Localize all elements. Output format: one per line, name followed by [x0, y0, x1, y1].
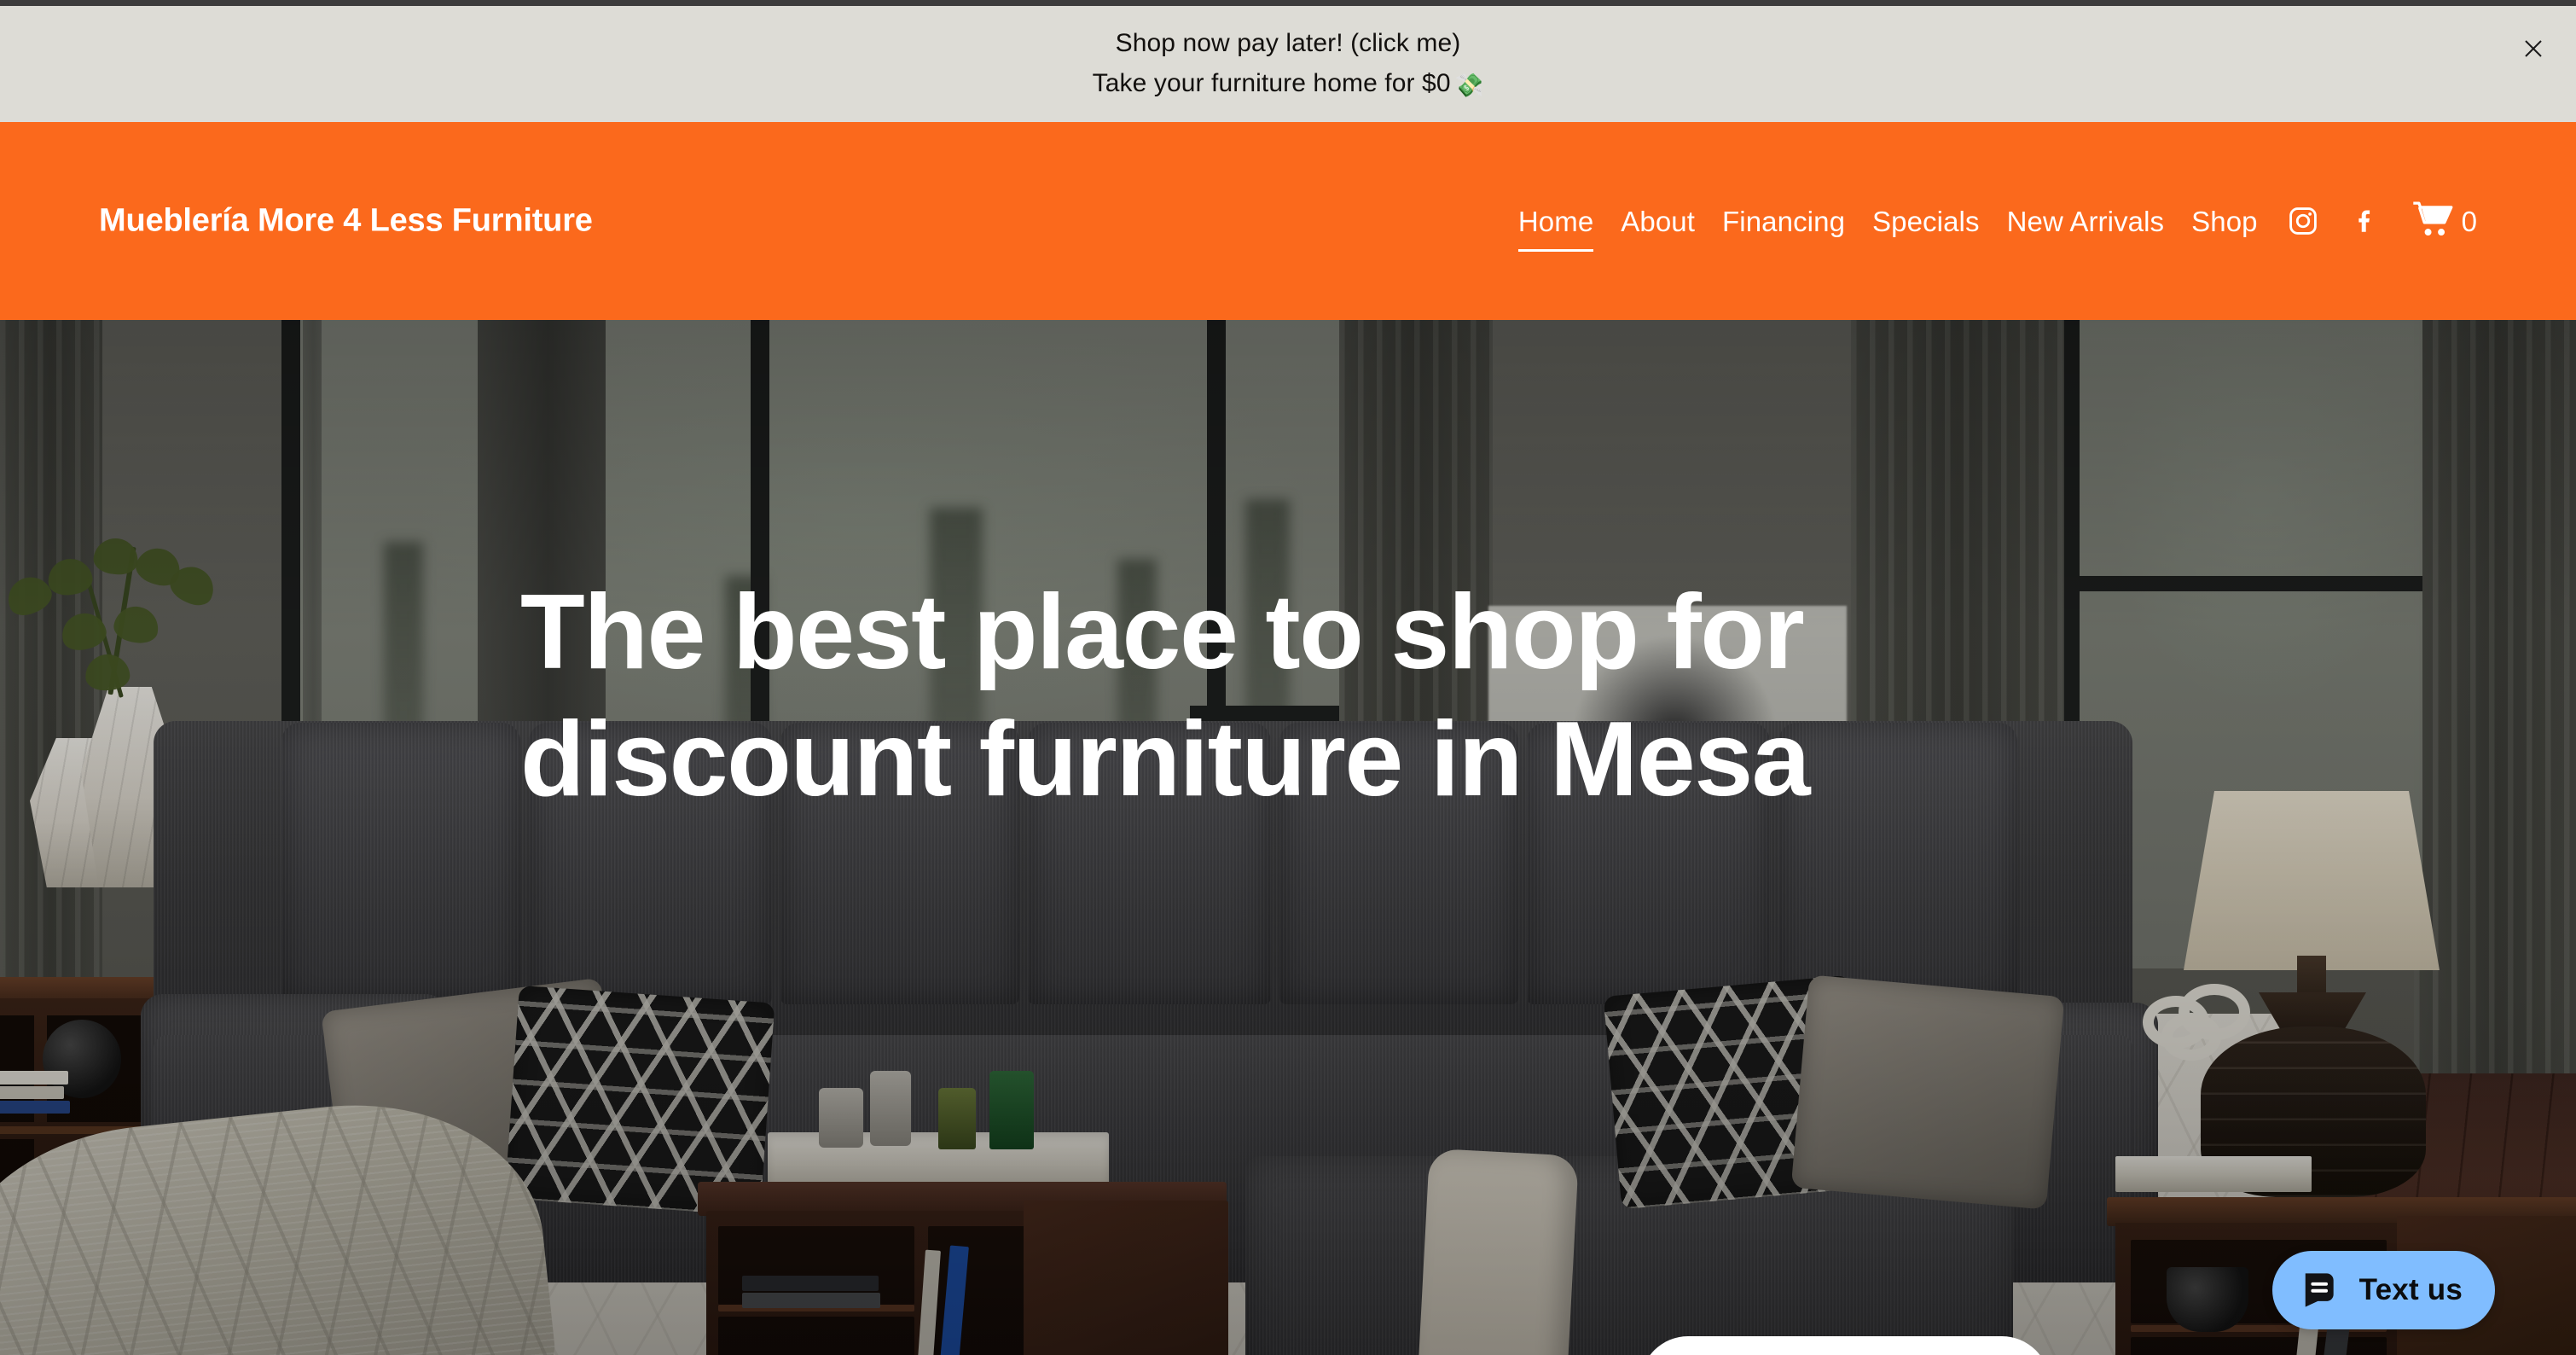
shop-now-button[interactable]: SHOP NOW [1640, 1336, 2050, 1355]
facebook-icon[interactable] [2335, 206, 2396, 236]
text-us-chat-button[interactable]: Text us [2271, 1251, 2495, 1329]
hero-headline: The best place to shop for discount furn… [520, 573, 1811, 818]
nav-item-shop[interactable]: Shop [2178, 207, 2271, 236]
browser-top-strip [0, 0, 2576, 6]
announcement-text-group: Shop now pay later! (click me) Take your… [0, 6, 2576, 122]
nav-item-specials[interactable]: Specials [1859, 207, 1993, 236]
cart-button[interactable]: 0 [2396, 201, 2477, 241]
cart-item-count: 0 [2461, 205, 2477, 237]
announcement-line-1[interactable]: Shop now pay later! (click me) [1116, 26, 1461, 62]
primary-navigation: Home About Financing Specials New Arriva… [1505, 187, 2477, 255]
money-wings-emoji: 💸 [1454, 73, 1484, 98]
hero-content: The best place to shop for discount furn… [0, 320, 2576, 1355]
nav-item-about[interactable]: About [1607, 207, 1709, 236]
header-inner: Mueblería More 4 Less Furniture Home Abo… [0, 122, 2576, 320]
nav-item-home[interactable]: Home [1505, 207, 1607, 252]
announcement-line-2: Take your furniture home for $0 💸 [1093, 66, 1484, 102]
instagram-icon[interactable] [2271, 206, 2335, 236]
text-us-label: Text us [2358, 1273, 2463, 1306]
page-root: Shop now pay later! (click me) Take your… [0, 0, 2576, 1355]
shopping-cart-icon [2412, 201, 2453, 241]
chat-bubble-icon [2298, 1269, 2341, 1311]
site-header: Mueblería More 4 Less Furniture Home Abo… [0, 122, 2576, 320]
site-logo[interactable]: Mueblería More 4 Less Furniture [99, 203, 593, 240]
close-announcement-button[interactable] [2516, 32, 2550, 66]
announcement-bar: Shop now pay later! (click me) Take your… [0, 6, 2576, 122]
announcement-line-2-text: Take your furniture home for $0 [1092, 69, 1451, 97]
hero-section: The best place to shop for discount furn… [0, 320, 2576, 1355]
nav-item-financing[interactable]: Financing [1709, 207, 1859, 236]
nav-item-new-arrivals[interactable]: New Arrivals [1993, 207, 2179, 236]
